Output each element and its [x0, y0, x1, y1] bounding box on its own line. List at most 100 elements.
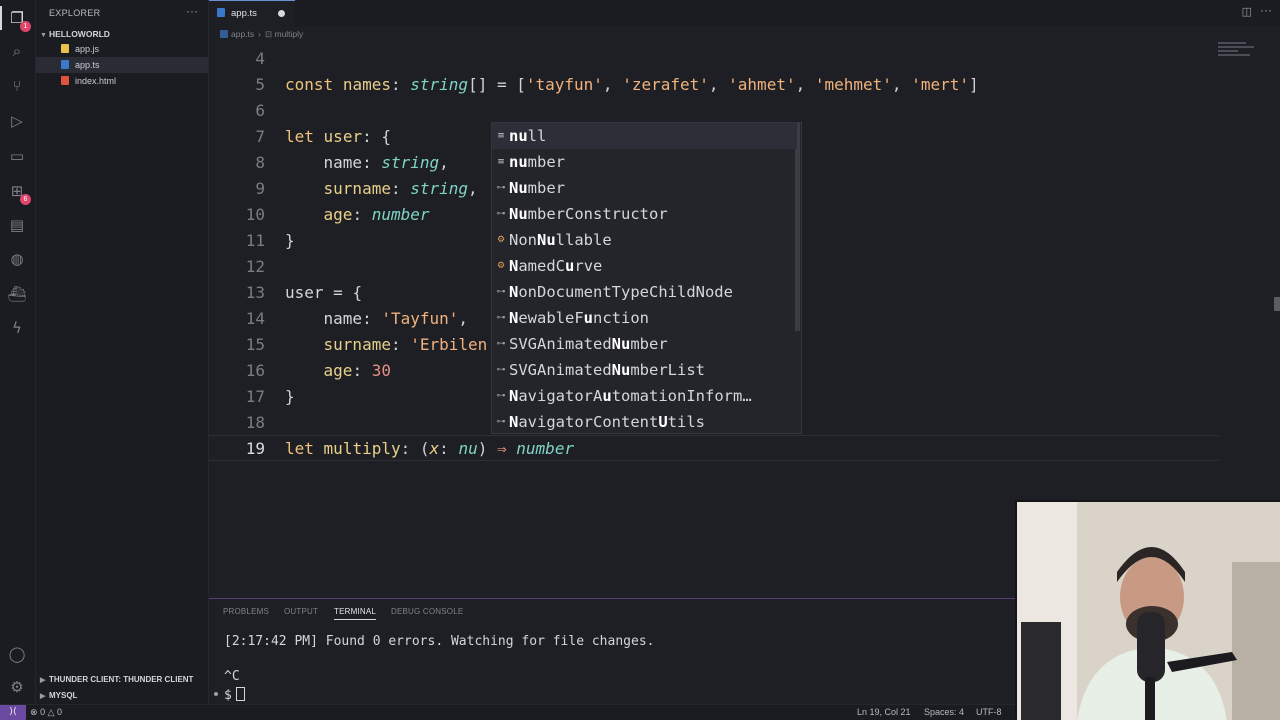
suggestion-item[interactable]: ⊶ NewableFunction [492, 305, 797, 331]
problems-indicator[interactable]: ⊗ 0 △ 0 [30, 705, 62, 720]
remote-indicator-icon[interactable]: ⟩⟨ [0, 705, 26, 720]
suggestion-label: NewableFunction [509, 309, 650, 327]
code-text: let multiply: (x: nu) ⇒ number [285, 439, 575, 458]
section-thunder-client[interactable]: ▶ THUNDER CLIENT: THUNDER CLIENT [36, 672, 208, 688]
suggestion-item[interactable]: ⊶ NonDocumentTypeChildNode [492, 279, 797, 305]
code-text: const names: string[] = ['tayfun', 'zera… [285, 75, 979, 94]
cursor-position[interactable]: Ln 19, Col 21 [857, 705, 911, 720]
suggestion-item[interactable]: ⊶ SVGAnimatedNumber [492, 331, 797, 357]
activity-active-indicator [0, 6, 2, 30]
split-editor-icon[interactable]: ◫ [1242, 5, 1252, 18]
minimap[interactable] [1218, 42, 1258, 62]
class-icon: ⚙ [496, 261, 506, 271]
tab-output[interactable]: OUTPUT [284, 607, 318, 616]
line-number: 12 [245, 257, 265, 276]
line-number: 6 [255, 101, 265, 120]
ts-file-icon [61, 60, 69, 69]
editor-scrollbar[interactable] [1274, 297, 1280, 311]
suggestion-item[interactable]: ⊶ Number [492, 175, 797, 201]
suggestion-item[interactable]: ⚙ NamedCurve [492, 253, 797, 279]
folder-helloworld[interactable]: ▼ HELLOWORLD [36, 26, 208, 42]
breadcrumb-file[interactable]: app.ts [231, 29, 254, 39]
file-item-app-js[interactable]: app.js [36, 41, 208, 57]
line-number: 17 [245, 387, 265, 406]
chevron-right-icon: ▶ [40, 677, 46, 684]
suggestion-item[interactable]: ≡ number [492, 149, 797, 175]
warning-count: 0 [57, 707, 63, 717]
search-icon[interactable]: ⌕ [6, 40, 28, 62]
suggestion-item[interactable]: ⊶ NumberConstructor [492, 201, 797, 227]
line-number: 13 [245, 283, 265, 302]
suggestion-item[interactable]: ⊶ NavigatorContentUtils [492, 409, 797, 435]
file-name: index.html [75, 76, 117, 86]
suggestion-label: NamedCurve [509, 257, 603, 275]
terminal-prompt[interactable]: $ [224, 687, 245, 703]
line-number: 8 [255, 153, 265, 172]
tab-terminal[interactable]: TERMINAL [334, 607, 377, 620]
section-label: THUNDER CLIENT: THUNDER CLIENT [49, 675, 194, 684]
line-number: 7 [255, 127, 265, 146]
autocomplete-suggestions: ≡ null ≡ number ⊶ Number ⊶ NumberConstructor ⚙ No… [491, 122, 802, 434]
warning-icon: △ [47, 707, 55, 717]
unsaved-dot-icon[interactable] [278, 10, 285, 17]
section-label: MYSQL [49, 691, 78, 700]
indentation[interactable]: Spaces: 4 [924, 705, 964, 720]
tab-debug-console[interactable]: DEBUG CONSOLE [391, 607, 463, 616]
suggestion-item[interactable]: ≡ null [492, 123, 797, 149]
file-item-app-ts[interactable]: app.ts [36, 57, 208, 73]
file-name: app.js [75, 44, 100, 54]
suggestion-label: number [509, 153, 565, 171]
js-file-icon [61, 44, 69, 53]
interface-icon: ⊶ [496, 339, 506, 349]
interface-icon: ⊶ [496, 287, 506, 297]
source-control-icon[interactable]: ⑂ [6, 75, 28, 97]
account-icon[interactable]: ◯ [6, 643, 28, 665]
explorer-icon[interactable]: ❐ 1 [6, 7, 31, 32]
suggestion-item[interactable]: ⊶ NavigatorAutomationInform… [492, 383, 797, 409]
docker-icon[interactable]: ⛴ [6, 283, 28, 305]
run-debug-icon[interactable]: ▷ [6, 110, 28, 132]
keyword-icon: ≡ [497, 157, 505, 167]
terminal-line: [2:17:42 PM] Found 0 errors. Watching fo… [224, 634, 655, 649]
chevron-right-icon: ▶ [40, 693, 46, 700]
interface-icon: ⊶ [496, 417, 506, 427]
tab-label: app.ts [231, 8, 257, 19]
sidebar-more-button[interactable]: ··· [186, 4, 198, 18]
code-text: age: 30 [323, 361, 391, 380]
code-text: name: 'Tayfun', [323, 309, 469, 328]
extensions-badge: 6 [20, 194, 31, 205]
code-text: surname: 'Erbilen', [323, 335, 507, 354]
encoding[interactable]: UTF-8 [976, 705, 1002, 720]
code-text: user = { [285, 283, 363, 302]
error-count: 0 [40, 707, 46, 717]
tab-more-button[interactable]: ··· [1260, 3, 1272, 17]
file-item-index-html[interactable]: index.html [36, 73, 208, 89]
line-number: 11 [245, 231, 265, 250]
line-number: 14 [245, 309, 265, 328]
database-icon[interactable]: ◍ [6, 248, 28, 270]
class-icon: ⚙ [496, 235, 506, 245]
code-text: } [285, 231, 295, 250]
suggestion-item[interactable]: ⚙ NonNullable [492, 227, 797, 253]
code-text: age: number [323, 205, 430, 224]
notes-icon[interactable]: ▤ [6, 214, 28, 236]
suggestion-item[interactable]: ⊶ SVGAnimatedNumberList [492, 357, 797, 383]
code-line-current: 19 let multiply: (x: nu) ⇒ number [209, 435, 1219, 461]
chevron-right-icon: › [258, 29, 261, 39]
section-mysql[interactable]: ▶ MYSQL [36, 688, 208, 704]
line-number: 16 [245, 361, 265, 380]
tab-app-ts[interactable]: app.ts [209, 0, 295, 26]
remote-explorer-icon[interactable]: ▭ [6, 145, 28, 167]
suggestion-label: NavigatorAutomationInform… [509, 387, 752, 405]
suggestion-label: SVGAnimatedNumber [509, 335, 668, 353]
tab-problems[interactable]: PROBLEMS [223, 607, 269, 616]
thunder-client-icon[interactable]: ϟ [6, 317, 28, 339]
code-text: let user: { [285, 127, 391, 146]
editor-tab-bar: app.ts ◫ ··· [209, 0, 1280, 26]
settings-gear-icon[interactable]: ⚙ [6, 676, 28, 698]
breadcrumb-symbol[interactable]: multiply [274, 29, 303, 39]
html-file-icon [61, 76, 69, 85]
prompt-symbol: $ [224, 688, 232, 703]
extensions-icon[interactable]: ⊞ 6 [6, 180, 31, 205]
interface-icon: ⊶ [496, 391, 506, 401]
